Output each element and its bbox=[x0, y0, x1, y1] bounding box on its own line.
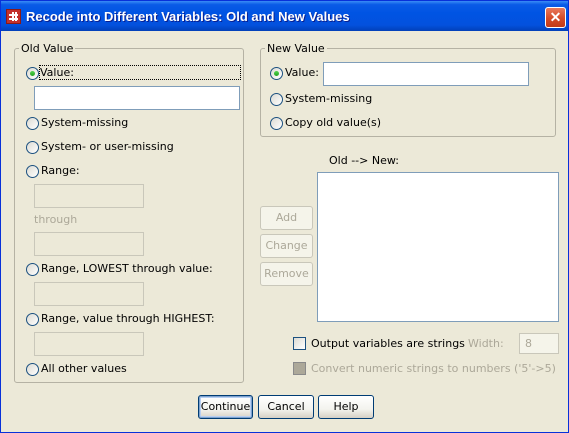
change-button[interactable]: Change bbox=[260, 234, 313, 258]
continue-button[interactable]: Continue bbox=[198, 395, 253, 419]
table-app-icon bbox=[6, 9, 21, 24]
new-value-group: New Value Value: System-missing Copy old… bbox=[260, 42, 556, 137]
copy-old-value-label[interactable]: Copy old value(s) bbox=[285, 116, 381, 129]
old-system-missing-label[interactable]: System-missing bbox=[41, 116, 128, 129]
add-button[interactable]: Add bbox=[260, 206, 313, 230]
range-lowest-input[interactable] bbox=[34, 282, 144, 306]
old-new-list[interactable] bbox=[317, 172, 559, 322]
convert-numeric-checkbox[interactable] bbox=[293, 362, 306, 375]
window-title: Recode into Different Variables: Old and… bbox=[26, 9, 350, 24]
copy-old-value-radio[interactable] bbox=[270, 117, 283, 130]
cancel-button[interactable]: Cancel bbox=[258, 395, 314, 419]
new-system-missing-radio[interactable] bbox=[270, 93, 283, 106]
new-value-radio[interactable] bbox=[270, 67, 283, 80]
width-label: Width: bbox=[468, 337, 504, 350]
through-label: through bbox=[34, 213, 78, 226]
range-highest-input[interactable] bbox=[34, 332, 144, 356]
range-to-input[interactable] bbox=[34, 232, 144, 256]
range-from-input[interactable] bbox=[34, 184, 144, 208]
close-button[interactable]: ✕ bbox=[545, 7, 566, 28]
old-system-or-user-missing-label[interactable]: System- or user-missing bbox=[41, 140, 174, 153]
output-strings-label[interactable]: Output variables are strings bbox=[311, 337, 465, 350]
output-strings-checkbox[interactable] bbox=[293, 337, 306, 350]
old-value-input[interactable] bbox=[34, 86, 240, 110]
old-range-radio[interactable] bbox=[26, 165, 39, 178]
old-range-lowest-label[interactable]: Range, LOWEST through value: bbox=[41, 262, 213, 275]
width-input[interactable]: 8 bbox=[519, 333, 559, 354]
old-new-list-label: Old --> New: bbox=[329, 154, 399, 167]
old-system-missing-radio[interactable] bbox=[26, 117, 39, 130]
new-value-legend: New Value bbox=[265, 42, 327, 55]
remove-button[interactable]: Remove bbox=[260, 262, 313, 286]
new-system-missing-label[interactable]: System-missing bbox=[285, 92, 372, 105]
old-value-group: Old Value Value: System-missing System- … bbox=[14, 42, 244, 383]
old-value-label[interactable]: Value: bbox=[39, 65, 241, 80]
old-all-other-label[interactable]: All other values bbox=[41, 362, 127, 375]
old-value-legend: Old Value bbox=[19, 42, 76, 55]
new-value-input[interactable] bbox=[323, 62, 529, 86]
old-range-label[interactable]: Range: bbox=[41, 164, 80, 177]
old-range-lowest-radio[interactable] bbox=[26, 263, 39, 276]
new-value-label[interactable]: Value: bbox=[285, 66, 319, 79]
old-value-radio[interactable] bbox=[26, 67, 39, 80]
help-button[interactable]: Help bbox=[318, 395, 374, 419]
old-all-other-radio[interactable] bbox=[26, 363, 39, 376]
close-icon: ✕ bbox=[549, 9, 562, 25]
old-range-highest-radio[interactable] bbox=[26, 313, 39, 326]
title-bar[interactable]: Recode into Different Variables: Old and… bbox=[1, 1, 568, 31]
old-system-or-user-missing-radio[interactable] bbox=[26, 141, 39, 154]
convert-numeric-label[interactable]: Convert numeric strings to numbers ('5'-… bbox=[311, 362, 556, 375]
dialog-window: Recode into Different Variables: Old and… bbox=[0, 0, 569, 433]
old-range-highest-label[interactable]: Range, value through HIGHEST: bbox=[41, 312, 215, 325]
